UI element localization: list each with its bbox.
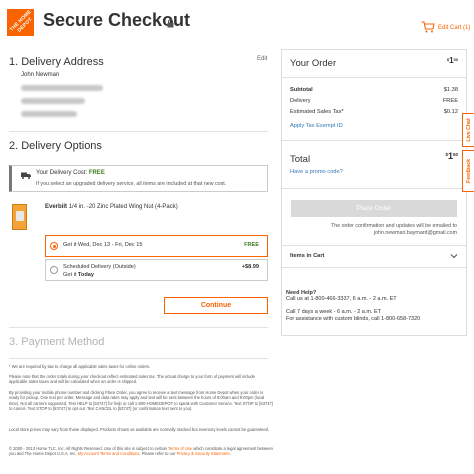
edit-cart-link[interactable]: Edit Cart (1): [438, 25, 470, 31]
help-hours-line: Call 7 days a week - 6 a.m. - 2 a.m. ET: [286, 309, 382, 316]
section-divider: [9, 327, 268, 328]
order-divider: [282, 267, 466, 268]
option-sublabel: Get it Today: [63, 272, 94, 278]
lock-icon: [167, 19, 174, 28]
option-price: +$8.99: [241, 264, 259, 270]
order-divider: [282, 188, 466, 189]
place-order-button[interactable]: Place Order: [291, 200, 457, 217]
terms-of-use-link[interactable]: Terms of Use: [168, 446, 192, 451]
sms-notice: By providing your mobile phone number an…: [9, 390, 273, 412]
delivery-option-scheduled[interactable]: Scheduled Delivery (Outside) Get it Toda…: [45, 259, 268, 281]
total-label: Total: [290, 154, 311, 165]
order-price: $150: [446, 56, 458, 65]
promo-code-link[interactable]: Have a promo code?: [290, 169, 343, 175]
confirmation-notice: The order confirmation and updates will …: [330, 223, 457, 236]
cart-icon[interactable]: [421, 21, 435, 33]
delivery-address-title: 1. Delivery Address: [9, 56, 104, 68]
need-help-title: Need Help?: [286, 290, 317, 296]
order-divider: [282, 140, 466, 141]
delivery-cost-box: Your Delivery Cost: FREE If you select a…: [9, 165, 268, 192]
order-divider: [282, 77, 466, 78]
product-image: [12, 204, 27, 230]
delivery-cost-description: If you select an upgraded delivery servi…: [36, 181, 227, 187]
your-order-title: Your Order: [290, 58, 337, 69]
total-price: $150: [445, 151, 458, 161]
radio-selected[interactable]: [50, 242, 58, 250]
continue-button[interactable]: Continue: [164, 297, 268, 314]
delivery-cost-label: Your Delivery Cost: FREE: [36, 170, 105, 176]
payment-method-title: 3. Payment Method: [9, 336, 105, 348]
copyright-notice: © 2000 - 2013 Home TLC, Inc. All Rights …: [9, 446, 273, 457]
redacted-address-line: [21, 85, 103, 91]
items-in-cart-toggle[interactable]: Items in Cart: [290, 253, 324, 259]
tax-estimate-notice: Please note that the order totals during…: [9, 374, 255, 385]
confirmation-email: john.newman.baymard@gmail.com: [373, 230, 457, 236]
section-divider: [9, 358, 268, 359]
edit-address-link[interactable]: Edit: [257, 56, 267, 62]
my-account-terms-link[interactable]: My Account Terms and Conditions: [78, 451, 140, 456]
redacted-address-line: [21, 111, 77, 117]
help-blinds-line: For assistance with custom blinds, call …: [286, 315, 421, 322]
section-divider: [9, 131, 268, 132]
tax-notice: * We are required by law to charge all a…: [9, 364, 151, 369]
live-chat-tab[interactable]: Live Chat: [462, 113, 474, 147]
home-depot-logo[interactable]: THE HOME DEPOT: [7, 9, 34, 36]
delivery-cost-value: FREE: [88, 170, 105, 176]
help-phone-line: Call us at 1-800-466-3337, 6 a.m. - 2 a.…: [286, 296, 397, 303]
option-price: FREE: [244, 242, 259, 248]
privacy-link[interactable]: Privacy & Security Statement: [177, 451, 230, 456]
feedback-tab[interactable]: Feedback: [462, 150, 474, 192]
delivery-option-standard[interactable]: Get it Wed, Dec 13 - Fri, Dec 15 FREE: [45, 235, 268, 257]
subtotal-row: Subtotal $1.38: [290, 87, 458, 93]
tax-row: Estimated Sales Tax* $0.12: [290, 109, 458, 115]
delivery-row: Delivery FREE: [290, 98, 458, 104]
redacted-address-line: [21, 98, 85, 104]
chevron-down-icon[interactable]: [450, 253, 458, 259]
inventory-notice: Local store prices may vary from those d…: [9, 427, 270, 432]
product-name[interactable]: Everbilt 1/4 in. -20 Zinc Plated Wing Nu…: [45, 204, 178, 210]
delivery-options-title: 2. Delivery Options: [9, 140, 102, 152]
option-label: Scheduled Delivery (Outside): [63, 264, 136, 270]
option-label: Get it Wed, Dec 13 - Fri, Dec 15: [63, 242, 143, 248]
address-name: John Newman: [21, 72, 60, 78]
checkout-header: THE HOME DEPOT Secure Checkout Edit Cart…: [0, 0, 474, 46]
tax-exempt-link[interactable]: Apply Tax Exempt ID: [290, 123, 343, 129]
order-summary-card: Your Order $150 Subtotal $1.38 Delivery FR…: [281, 49, 467, 336]
need-help-block: Need Help? Call us at 1-800-466-3337, 6 …: [286, 290, 420, 322]
truck-icon: [21, 172, 31, 179]
order-divider: [282, 245, 466, 246]
radio-unselected[interactable]: [50, 266, 58, 274]
